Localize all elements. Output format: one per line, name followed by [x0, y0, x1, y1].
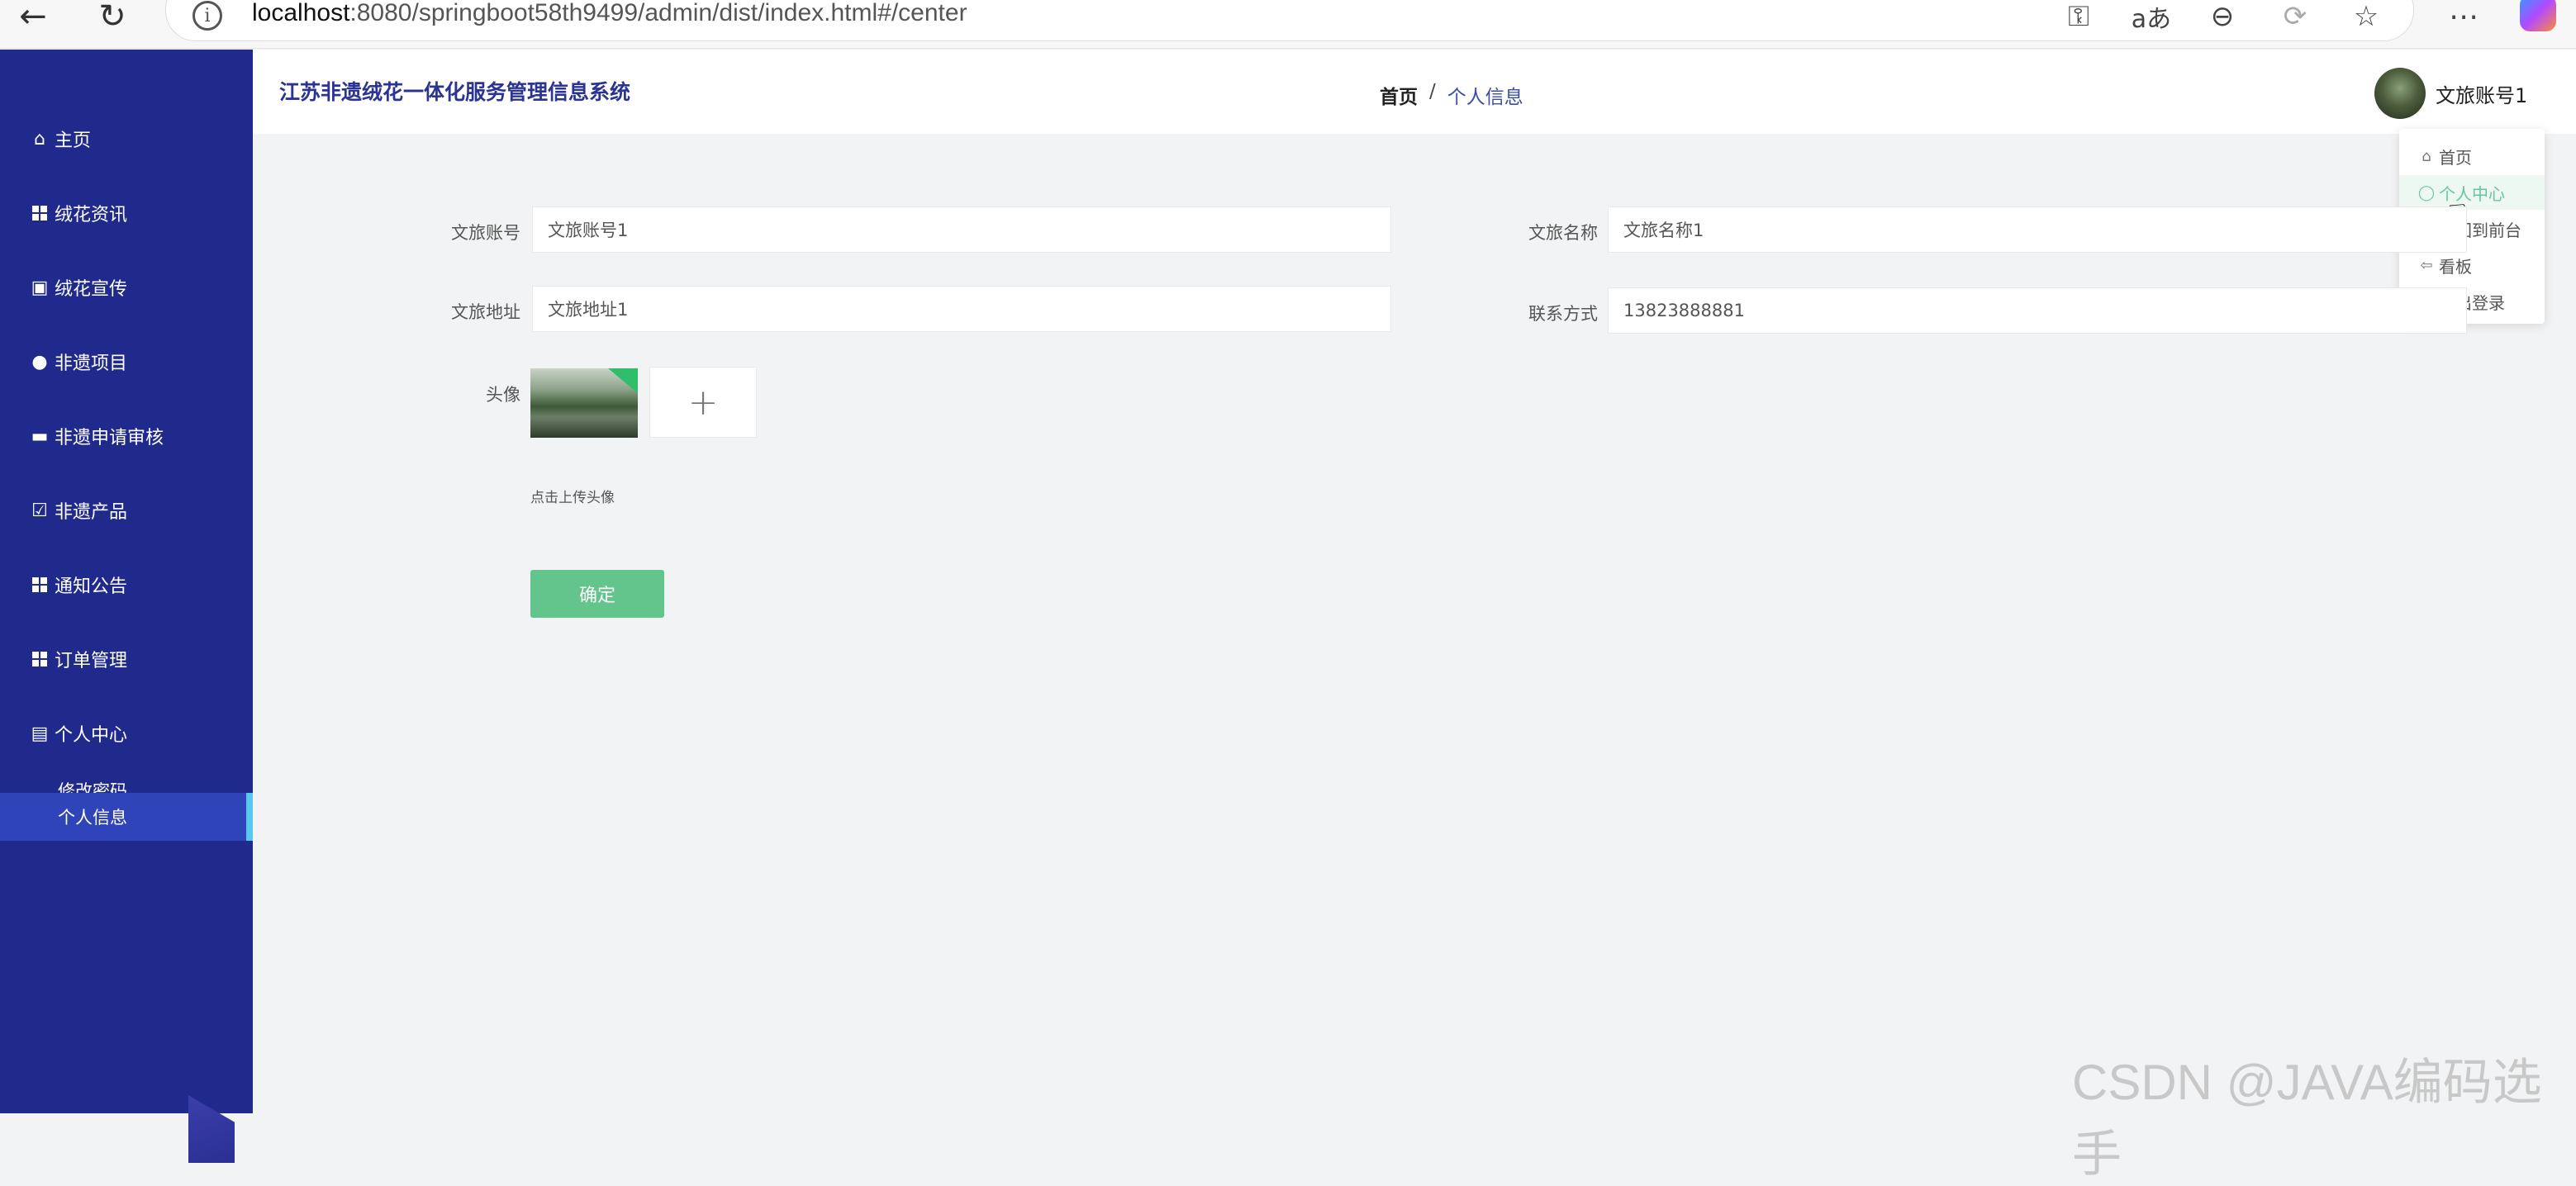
upload-hint: 点击上传头像 — [530, 490, 615, 506]
sidebar-item-review[interactable]: ▬ 非遗申请审核 — [0, 411, 253, 461]
address-label: 文旅地址 — [451, 302, 520, 322]
home-icon: ⌂ — [34, 128, 45, 149]
user-icon: ● — [31, 351, 48, 372]
sidebar-item-label: 绒花宣传 — [55, 279, 128, 300]
avatar[interactable] — [2374, 68, 2426, 119]
breadcrumb-current: 个人信息 — [1447, 87, 1523, 108]
dropdown-item-dashboard[interactable]: ⇦ 看板 — [2399, 248, 2545, 282]
account-label: 文旅账号 — [451, 223, 520, 243]
favorite-star-icon[interactable]: ☆ — [2340, 0, 2393, 33]
dropdown-item-label: 首页 — [2439, 147, 2472, 168]
more-menu-icon[interactable]: ⋯ — [2439, 0, 2488, 34]
breadcrumb-home[interactable]: 首页 — [1380, 81, 1418, 109]
dropdown-item-home[interactable]: ⌂ 首页 — [2399, 139, 2545, 173]
monitor-icon: ▬ — [31, 425, 49, 447]
zoom-out-icon[interactable]: ⊖ — [2196, 0, 2249, 33]
sidebar-item-home[interactable]: ⌂ 主页 — [0, 114, 253, 164]
site-info-icon[interactable]: i — [192, 1, 222, 31]
sidebar-item-label: 通知公告 — [55, 576, 128, 597]
edge-refresh-icon[interactable]: ⟳ — [2269, 0, 2322, 33]
name-field[interactable]: 文旅名称1 — [1608, 206, 2467, 253]
avatar-thumbnail[interactable] — [530, 368, 638, 438]
contact-field[interactable]: 13823888881 — [1608, 287, 2467, 334]
sidebar-item-personal-center[interactable]: ▤ 个人中心 — [0, 709, 253, 758]
name-label: 文旅名称 — [1528, 223, 1598, 243]
back-arrow-icon[interactable]: ← — [8, 0, 58, 36]
sidebar-item-label: 非遗申请审核 — [55, 428, 164, 448]
sidebar-item-products[interactable]: ☑ 非遗产品 — [0, 486, 253, 535]
address-field[interactable]: 文旅地址1 — [532, 286, 1391, 332]
copilot-icon[interactable] — [2520, 0, 2556, 31]
grid-icon — [30, 649, 50, 669]
sidebar: ⌂ 主页 绒花资讯 ▣ 绒花宣传 ● 非遗项目 ▬ 非遗申请审核 ☑ 非遗产品 … — [0, 50, 253, 1163]
username-dropdown-trigger[interactable]: 文旅账号1 — [2436, 79, 2527, 108]
dropdown-item-personal-center[interactable]: ◯ 个人中心 — [2399, 175, 2545, 210]
browser-toolbar: ← ↻ i localhost:8080/springboot58th9499/… — [0, 0, 2576, 49]
sidebar-item-label: 个人中心 — [55, 725, 128, 746]
wallet-icon: ▤ — [31, 723, 49, 744]
back-icon: ⇦ — [2420, 256, 2433, 274]
upload-plus-button[interactable]: + — [649, 367, 757, 438]
sidebar-subitem-personal-info[interactable]: 个人信息 — [0, 793, 253, 841]
url-path: :8080/springboot58th9499/admin/dist/inde… — [349, 0, 967, 26]
sidebar-item-label: 非遗项目 — [55, 353, 128, 374]
sidebar-item-promotion[interactable]: ▣ 绒花宣传 — [0, 263, 253, 312]
read-aloud-icon[interactable]: aあ — [2125, 0, 2178, 34]
sidebar-item-label: 订单管理 — [55, 651, 128, 671]
refresh-icon[interactable]: ↻ — [88, 0, 137, 36]
home-icon: ⌂ — [2422, 147, 2431, 165]
contact-label: 联系方式 — [1528, 304, 1598, 324]
dropdown-item-label: 看板 — [2439, 256, 2472, 277]
briefcase-icon: ▣ — [31, 277, 49, 298]
url-host: localhost — [252, 0, 350, 26]
top-header: 江苏非遗绒花一体化服务管理信息系统 首页 / 个人信息 文旅账号1 — [253, 50, 2576, 134]
user-icon: ◯ — [2417, 183, 2436, 202]
sidebar-subitem-label: 个人信息 — [58, 808, 127, 828]
sidebar-item-projects[interactable]: ● 非遗项目 — [0, 337, 253, 387]
url-text: localhost:8080/springboot58th9499/admin/… — [252, 0, 967, 27]
grid-icon — [30, 575, 50, 595]
watermark: CSDN @JAVA编码选手 — [2072, 1055, 2542, 1182]
account-field[interactable]: 文旅账号1 — [532, 206, 1391, 253]
sidebar-decoration — [188, 1095, 235, 1163]
sidebar-item-label: 主页 — [55, 130, 92, 151]
sidebar-item-label: 非遗产品 — [55, 502, 128, 523]
clipboard-icon: ☑ — [31, 500, 48, 521]
system-title: 江苏非遗绒花一体化服务管理信息系统 — [279, 80, 631, 104]
sidebar-item-news[interactable]: 绒花资讯 — [0, 188, 253, 238]
sidebar-item-orders[interactable]: 订单管理 — [0, 634, 253, 684]
key-icon[interactable]: ⚿ — [2052, 0, 2105, 33]
sidebar-item-notices[interactable]: 通知公告 — [0, 560, 253, 610]
avatar-label: 头像 — [486, 385, 520, 405]
breadcrumb: 首页 / 个人信息 — [1380, 81, 1523, 109]
breadcrumb-separator: / — [1429, 81, 1436, 102]
grid-icon — [30, 203, 50, 223]
confirm-button[interactable]: 确定 — [530, 570, 664, 618]
sidebar-item-label: 绒花资讯 — [55, 205, 128, 225]
